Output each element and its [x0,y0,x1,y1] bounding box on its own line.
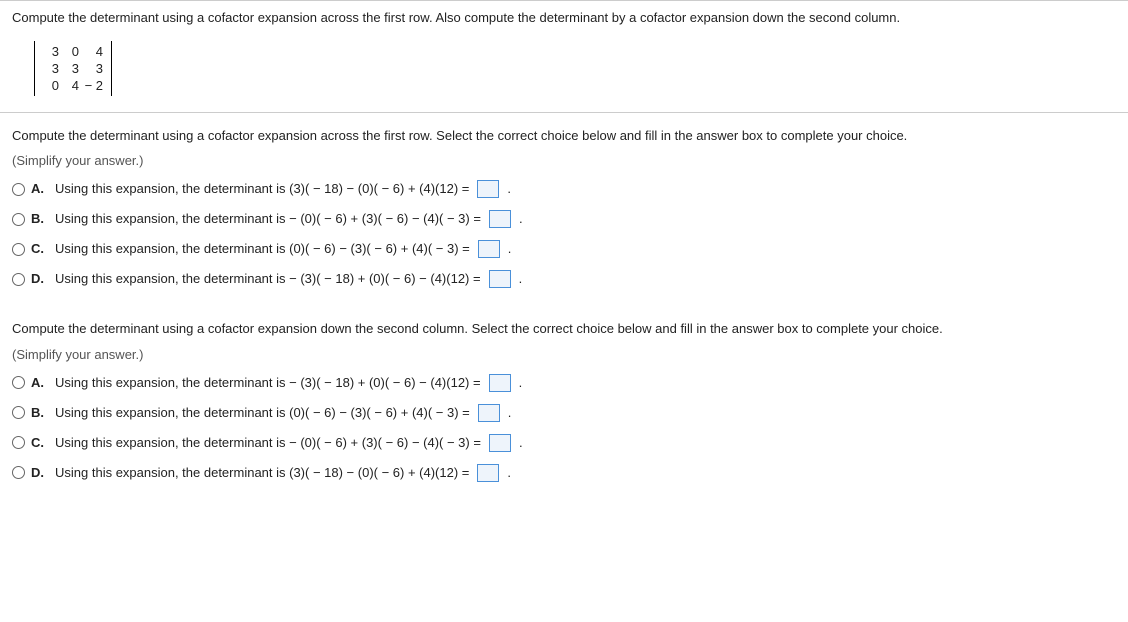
choice-text: Using this expansion, the determinant is… [55,266,481,292]
choice-text: Using this expansion, the determinant is… [55,176,469,202]
part1-answer-d[interactable] [489,270,511,288]
part2-answer-a[interactable] [489,374,511,392]
part1-simplify: (Simplify your answer.) [12,153,1116,168]
question-section: Compute the determinant using a cofactor… [0,1,1128,112]
m-2-1: 4 [61,77,81,94]
choice-letter: A. [31,370,49,396]
part2-choice-a: A. Using this expansion, the determinant… [12,370,1116,396]
choice-text: Using this expansion, the determinant is… [55,236,470,262]
question-intro: Compute the determinant using a cofactor… [12,9,1116,27]
m-2-0: 0 [41,77,61,94]
m-1-2: 3 [81,60,105,77]
part2-section: Compute the determinant using a cofactor… [0,306,1128,499]
part1-answer-b[interactable] [489,210,511,228]
choice-text: Using this expansion, the determinant is… [55,430,481,456]
part2-answer-c[interactable] [489,434,511,452]
period: . [519,266,523,292]
choice-letter: B. [31,400,49,426]
part1-answer-a[interactable] [477,180,499,198]
determinant-display: 3 0 4 3 3 3 0 4 − 2 [34,41,112,96]
m-1-0: 3 [41,60,61,77]
choice-letter: A. [31,176,49,202]
part1-answer-c[interactable] [478,240,500,258]
m-1-1: 3 [61,60,81,77]
choice-text: Using this expansion, the determinant is… [55,460,469,486]
choice-letter: C. [31,236,49,262]
period: . [508,400,512,426]
part1-choice-a: A. Using this expansion, the determinant… [12,176,1116,202]
part1-choice-d: D. Using this expansion, the determinant… [12,266,1116,292]
part2-instruction: Compute the determinant using a cofactor… [12,320,1116,338]
choice-letter: D. [31,460,49,486]
part1-choice-b: B. Using this expansion, the determinant… [12,206,1116,232]
choice-text: Using this expansion, the determinant is… [55,370,481,396]
part1-radio-a[interactable] [12,183,25,196]
part1-radio-b[interactable] [12,213,25,226]
m-0-1: 0 [61,43,81,60]
choice-text: Using this expansion, the determinant is… [55,206,481,232]
part1-radio-c[interactable] [12,243,25,256]
m-0-2: 4 [81,43,105,60]
m-2-2: − 2 [81,77,105,94]
part2-choice-d: D. Using this expansion, the determinant… [12,460,1116,486]
part2-radio-c[interactable] [12,436,25,449]
part2-answer-b[interactable] [478,404,500,422]
part1-radio-d[interactable] [12,273,25,286]
part2-radio-d[interactable] [12,466,25,479]
choice-text: Using this expansion, the determinant is… [55,400,470,426]
part2-answer-d[interactable] [477,464,499,482]
part1-instruction: Compute the determinant using a cofactor… [12,127,1116,145]
period: . [507,176,511,202]
part1-section: Compute the determinant using a cofactor… [0,113,1128,306]
part1-choice-c: C. Using this expansion, the determinant… [12,236,1116,262]
part2-simplify: (Simplify your answer.) [12,347,1116,362]
period: . [507,460,511,486]
period: . [508,236,512,262]
choice-letter: D. [31,266,49,292]
period: . [519,430,523,456]
period: . [519,370,523,396]
period: . [519,206,523,232]
part2-radio-a[interactable] [12,376,25,389]
part2-choice-b: B. Using this expansion, the determinant… [12,400,1116,426]
choice-letter: C. [31,430,49,456]
m-0-0: 3 [41,43,61,60]
choice-letter: B. [31,206,49,232]
part2-radio-b[interactable] [12,406,25,419]
part2-choice-c: C. Using this expansion, the determinant… [12,430,1116,456]
